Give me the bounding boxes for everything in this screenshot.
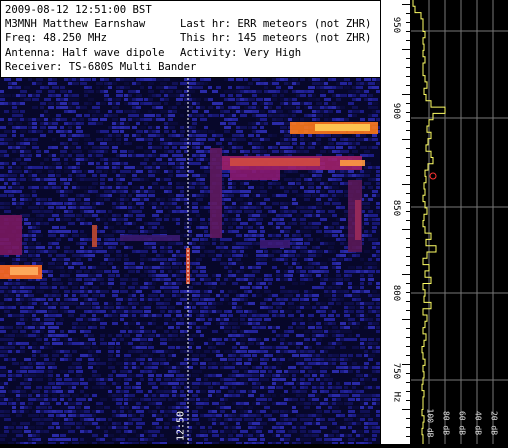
freq-tick (406, 67, 410, 68)
freq-tick (406, 391, 410, 392)
activity-label-80db: 80 dB (441, 410, 451, 436)
frequency-text: Freq: 48.250 MHz (5, 32, 108, 45)
freq-label-900: 900 (391, 102, 402, 120)
time-marker-label: 12:50 (175, 410, 187, 442)
freq-tick (406, 427, 410, 428)
freq-tick (406, 13, 410, 14)
activity-label-40db: 40 dB (473, 410, 483, 436)
antenna-text: Antenna: Half wave dipole (5, 46, 165, 59)
freq-tick (406, 202, 410, 203)
activity-graph (411, 0, 508, 448)
freq-tick (406, 40, 410, 41)
meteor-echo (230, 170, 280, 180)
datetime-text: 2009-08-12 12:51:00 BST (5, 4, 152, 16)
activity-text: Activity: Very High (180, 46, 302, 59)
frequency-axis: 950 900 850 800 750 Hz (380, 0, 411, 444)
freq-tick (406, 301, 410, 302)
freq-tick (406, 58, 410, 59)
freq-tick (406, 238, 410, 239)
freq-tick (406, 283, 410, 284)
freq-tick (402, 94, 410, 95)
station-text: M3MNH Matthew Earnshaw (5, 18, 146, 31)
freq-tick (406, 220, 410, 221)
meteor-echo (0, 215, 22, 255)
freq-tick (406, 436, 410, 437)
freq-tick (406, 103, 410, 104)
freq-tick (402, 229, 410, 230)
meteor-echo (355, 200, 361, 240)
activity-panel: 100 dB 80 dB 60 dB 40 dB 20 dB (411, 0, 508, 448)
freq-tick (406, 418, 410, 419)
meteor-echo (10, 267, 38, 275)
freq-label-750: 750 (391, 362, 402, 380)
freq-tick (406, 121, 410, 122)
freq-tick (402, 4, 410, 5)
activity-label-100db: 100 dB (425, 408, 435, 438)
this-hour-text: This hr: 145 meteors (not ZHR) (180, 32, 372, 45)
freq-tick (406, 211, 410, 212)
meteor-echo (120, 235, 180, 241)
peak-marker (429, 172, 437, 180)
freq-tick (406, 256, 410, 257)
meteor-echo (260, 240, 290, 248)
meteor-echo (230, 158, 320, 166)
freq-tick (406, 382, 410, 383)
freq-label-800: 800 (391, 284, 402, 302)
freq-tick (406, 76, 410, 77)
freq-tick (406, 328, 410, 329)
freq-tick (406, 247, 410, 248)
freq-tick (402, 184, 410, 185)
meteor-echo (92, 225, 97, 247)
freq-tick (402, 49, 410, 50)
last-hour-text: Last hr: ERR meteors (not ZHR) (180, 18, 372, 31)
freq-tick (402, 274, 410, 275)
freq-tick (406, 193, 410, 194)
freq-tick (406, 373, 410, 374)
meteor-echo (315, 124, 370, 131)
freq-tick (406, 157, 410, 158)
freq-tick (406, 166, 410, 167)
freq-tick (406, 112, 410, 113)
freq-tick (406, 292, 410, 293)
freq-tick (406, 148, 410, 149)
activity-grid (411, 0, 508, 444)
freq-tick (406, 310, 410, 311)
station-info-panel: 2009-08-12 12:51:00 BST M3MNH Matthew Ea… (0, 0, 389, 78)
freq-tick (402, 319, 410, 320)
freq-tick (406, 175, 410, 176)
freq-tick (406, 85, 410, 86)
meteor-echo (340, 160, 365, 166)
freq-tick (406, 31, 410, 32)
freq-tick (402, 409, 410, 410)
freq-tick (406, 22, 410, 23)
activity-label-20db: 20 dB (489, 410, 499, 436)
activity-label-60db: 60 dB (457, 410, 467, 436)
receiver-text: Receiver: TS-680S Multi Bander (5, 60, 197, 73)
freq-tick (406, 337, 410, 338)
freq-tick (402, 139, 410, 140)
freq-tick (406, 265, 410, 266)
freq-tick (406, 346, 410, 347)
freq-tick (406, 400, 410, 401)
freq-tick (406, 130, 410, 131)
meteor-echo (210, 148, 222, 238)
freq-tick (406, 355, 410, 356)
freq-tick (402, 364, 410, 365)
